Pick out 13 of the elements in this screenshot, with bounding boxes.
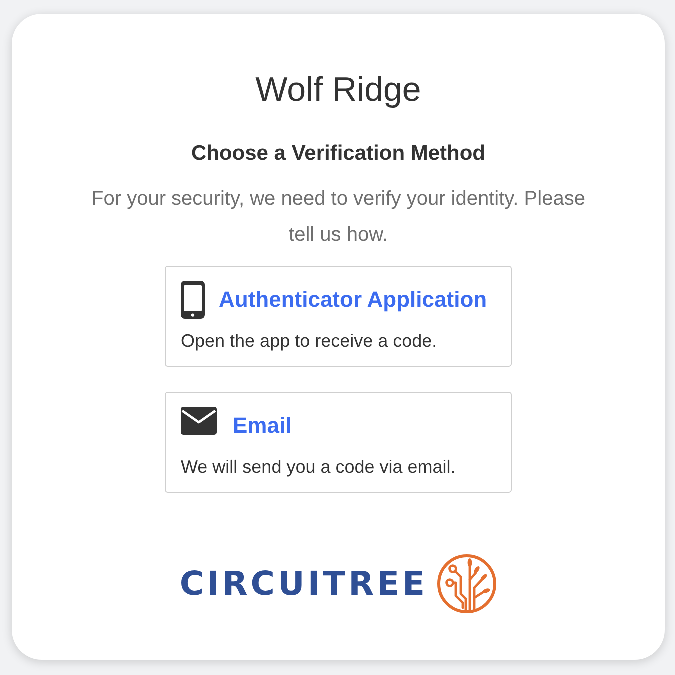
page-title: Wolf Ridge [254, 70, 422, 111]
method-option[interactable]: Email We will send you a code via email. [165, 392, 512, 493]
option-title: Email [233, 413, 292, 439]
circuit-tree-icon [437, 554, 498, 614]
intro-text: For your security, we need to verify your identity. Please tell us how. [90, 187, 586, 248]
option-description: We will send you a code via email. [181, 456, 457, 479]
method-option[interactable]: Authenticator Application Open the app to receive a code. [165, 266, 512, 367]
logo-wordmark: CIRCUITREE [180, 564, 428, 604]
option-description: Open the app to receive a code. [181, 330, 438, 353]
envelope-icon [181, 407, 217, 435]
option-title: Authenticator Application [219, 287, 488, 313]
phone-icon [181, 281, 205, 319]
section-heading: Choose a Verification Method [190, 141, 487, 166]
